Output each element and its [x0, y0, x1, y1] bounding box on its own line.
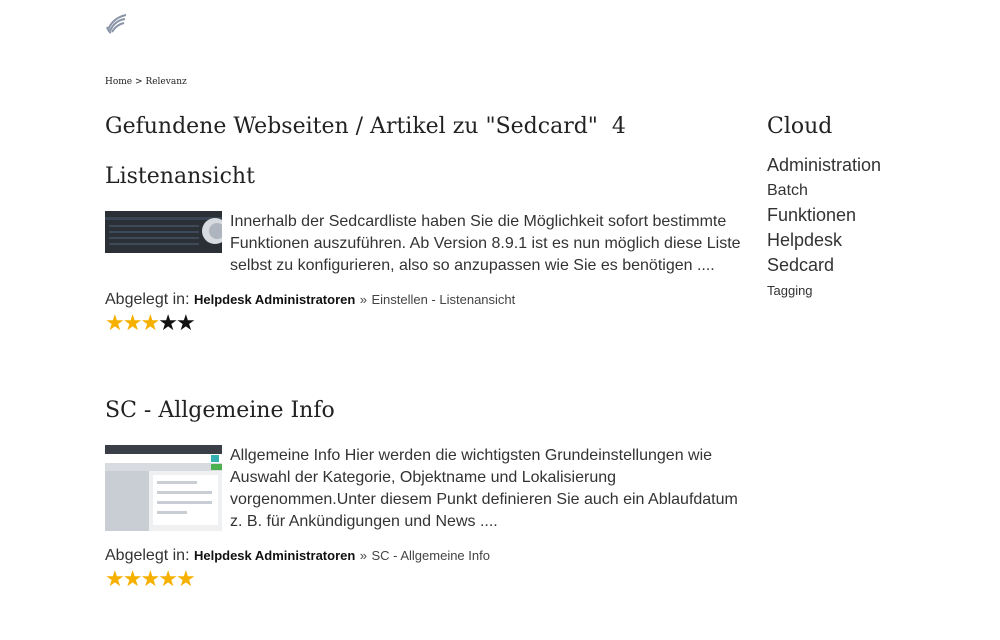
result-title-link[interactable]: Listenansicht	[105, 164, 255, 189]
result-snippet: Allgemeine Info Hier werden die wichtigs…	[230, 447, 738, 530]
result-thumbnail[interactable]	[105, 211, 222, 253]
page-title-text: Gefundene Webseiten / Artikel zu "Sedcar…	[105, 114, 598, 139]
result-title: Listenansicht	[105, 164, 745, 189]
result-title: SC - Allgemeine Info	[105, 398, 745, 423]
rating-stars: ★★★★★	[105, 311, 745, 335]
category-separator: »	[359, 548, 367, 563]
tag-cloud-title: Cloud	[767, 114, 833, 139]
category-separator: »	[359, 292, 367, 307]
tag-link-administration[interactable]: Administration	[767, 153, 967, 178]
search-result: Listenansicht Innerhalb der Sedcardliste…	[105, 164, 745, 335]
tag-link-batch[interactable]: Batch	[767, 178, 967, 203]
result-snippet: Innerhalb der Sedcardliste haben Sie die…	[230, 213, 741, 274]
tag-link-tagging[interactable]: Tagging	[767, 278, 967, 303]
result-body: Allgemeine Info Hier werden die wichtigs…	[105, 445, 745, 533]
breadcrumb: Home > Relevanz	[105, 77, 187, 87]
tag-cloud-list: Administration Batch Funktionen Helpdesk…	[767, 153, 967, 303]
star-empty-icon[interactable]: ★	[158, 310, 178, 335]
star-empty-icon[interactable]: ★	[176, 310, 196, 335]
tag-link-sedcard[interactable]: Sedcard	[767, 253, 967, 278]
star-filled-icon[interactable]: ★	[176, 566, 196, 591]
filed-in: Abgelegt in: Helpdesk Administratoren » …	[105, 291, 745, 309]
filed-in-label: Abgelegt in:	[105, 291, 190, 308]
filed-in-label: Abgelegt in:	[105, 547, 190, 564]
result-title-link[interactable]: SC - Allgemeine Info	[105, 398, 335, 423]
wing-logo-icon[interactable]	[105, 12, 127, 34]
star-filled-icon[interactable]: ★	[105, 310, 125, 335]
topic-link[interactable]: SC - Allgemeine Info	[371, 548, 490, 563]
star-filled-icon[interactable]: ★	[123, 310, 143, 335]
category-link[interactable]: Helpdesk Administratoren	[194, 292, 355, 307]
star-filled-icon[interactable]: ★	[123, 566, 143, 591]
tag-cloud: Cloud Administration Batch Funktionen He…	[767, 114, 967, 303]
category-link[interactable]: Helpdesk Administratoren	[194, 548, 355, 563]
star-filled-icon[interactable]: ★	[140, 310, 160, 335]
tag-link-helpdesk[interactable]: Helpdesk	[767, 228, 967, 253]
breadcrumb-separator: >	[135, 77, 143, 87]
result-body: Innerhalb der Sedcardliste haben Sie die…	[105, 211, 745, 277]
breadcrumb-current: Relevanz	[145, 77, 187, 87]
search-result: SC - Allgemeine Info Allgemeine Info Hie…	[105, 398, 745, 591]
page-title: Gefundene Webseiten / Artikel zu "Sedcar…	[105, 114, 626, 139]
breadcrumb-home-link[interactable]: Home	[105, 77, 132, 87]
result-thumbnail[interactable]	[105, 445, 222, 531]
result-count: 4	[611, 114, 626, 139]
filed-in: Abgelegt in: Helpdesk Administratoren » …	[105, 547, 745, 565]
star-filled-icon[interactable]: ★	[105, 566, 125, 591]
tag-link-funktionen[interactable]: Funktionen	[767, 203, 967, 228]
topic-link[interactable]: Einstellen - Listenansicht	[371, 292, 515, 307]
star-filled-icon[interactable]: ★	[158, 566, 178, 591]
star-filled-icon[interactable]: ★	[140, 566, 160, 591]
rating-stars: ★★★★★	[105, 567, 745, 591]
